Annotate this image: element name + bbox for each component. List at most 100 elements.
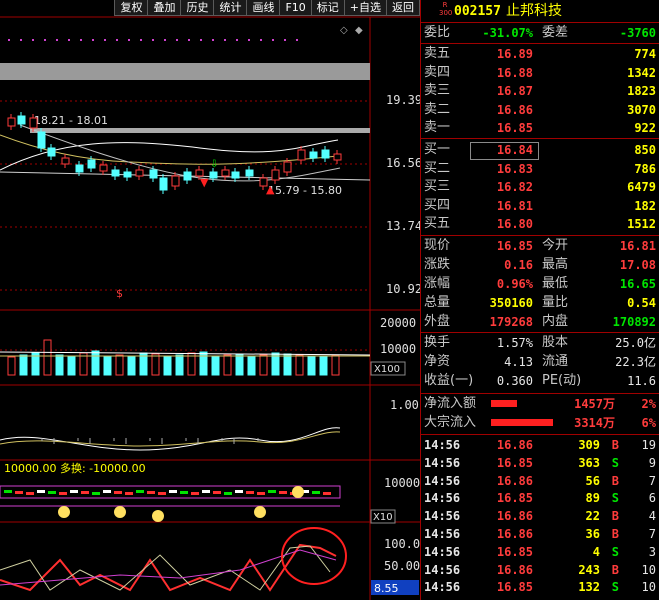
fundamental-value-right: 25.0亿 <box>615 336 656 350</box>
dotted-marker <box>56 39 58 41</box>
ask-label: 卖五 <box>424 46 451 61</box>
ask-label: 卖三 <box>424 83 451 98</box>
fundamental-label-left: 净资 <box>424 354 451 369</box>
indicator2-mark <box>59 492 67 495</box>
quote-label-right: 今开 <box>542 238 569 253</box>
buy-arrow: ▲ <box>266 183 275 196</box>
tick-row[interactable]: 14:56 16.86 56 B 7 <box>421 473 659 490</box>
tick-row[interactable]: 14:56 16.86 309 B 19 <box>421 437 659 454</box>
bid-row[interactable]: 买一 16.84 850 <box>421 141 659 159</box>
tick-count: 10 <box>641 562 656 577</box>
quote-row: 涨跌 0.16 最高 17.08 <box>421 256 659 274</box>
kline-chart-area[interactable]: ◇ ◆ 19.39 16.56 13.74 10.92 18.21 - 18.01 15.79… <box>0 0 420 600</box>
dotted-marker <box>68 39 70 41</box>
chart-canvas[interactable]: ◇ ◆ 19.39 16.56 13.74 10.92 18.21 - 18.01 15.79… <box>0 0 420 600</box>
tick-row[interactable]: 14:56 16.85 89 S 6 <box>421 490 659 507</box>
tick-price: 16.85 <box>496 580 533 595</box>
indicator2-unit: X10 <box>373 512 393 523</box>
toolbar-button-restore-rights[interactable]: 复权 <box>114 0 149 16</box>
ask-volume: 1342 <box>627 65 656 80</box>
indicator2-mark <box>147 491 155 494</box>
volume-bar <box>7 356 16 376</box>
tick-time: 14:56 <box>424 438 461 452</box>
ask-row[interactable]: 卖三 16.87 1823 <box>421 82 659 100</box>
quote-label-left: 总量 <box>424 295 451 310</box>
candle-body <box>135 169 144 177</box>
committee-diff-label: 委差 <box>542 25 569 40</box>
ask-row[interactable]: 卖二 16.86 3070 <box>421 101 659 119</box>
indicator2-mark <box>48 491 56 494</box>
bid-volume: 786 <box>634 161 656 176</box>
bid-row[interactable]: 买四 16.81 182 <box>421 197 659 215</box>
ask-row[interactable]: 卖一 16.85 922 <box>421 119 659 137</box>
indicator2-caption: 10000.00 多换: -10000.00 <box>4 461 146 475</box>
price-axis-label: 13.74 <box>386 219 420 233</box>
volume-bar <box>283 353 292 376</box>
dotted-marker <box>104 39 106 41</box>
bulk-inflow-value: 3314万 <box>574 416 615 430</box>
toolbar-button-draw-line[interactable]: 画线 <box>246 0 281 16</box>
toolbar-button-history[interactable]: 历史 <box>180 0 215 16</box>
tick-row[interactable]: 14:56 16.86 243 B 10 <box>421 562 659 579</box>
ask-price: 16.89 <box>496 47 533 61</box>
toolbar-button-add-watchlist[interactable]: +自选 <box>343 0 387 16</box>
fundamental-label-right: 股本 <box>542 335 569 350</box>
dotted-marker <box>80 39 82 41</box>
bid-row[interactable]: 买二 16.83 786 <box>421 160 659 178</box>
candle-body <box>221 169 230 177</box>
tick-count: 19 <box>641 438 656 452</box>
committee-ratio-value: -31.07% <box>482 26 533 40</box>
dotted-marker <box>164 39 166 41</box>
fundamental-value-left: 1.57% <box>496 336 533 350</box>
tick-row[interactable]: 14:56 16.86 36 B 7 <box>421 526 659 543</box>
indicator3-axis-label: 100.0 <box>384 537 420 551</box>
signal-arrow: ⇩ <box>210 159 218 170</box>
quote-label-right: 最高 <box>542 257 569 272</box>
chart-toolbar: 复权 叠加 历史 统计 画线 F10 标记 +自选 返回 <box>0 0 420 17</box>
tick-volume: 363 <box>578 455 600 470</box>
bid-row[interactable]: 买五 16.80 1512 <box>421 215 659 233</box>
toolbar-button-overlay[interactable]: 叠加 <box>147 0 182 16</box>
ask-label: 卖二 <box>424 101 451 117</box>
ask-volume: 1823 <box>627 84 656 98</box>
committee-diff-value: -3760 <box>619 26 656 40</box>
tick-side: B <box>611 562 619 577</box>
dotted-marker <box>116 39 118 41</box>
tick-volume: 309 <box>578 438 600 452</box>
tick-count: 7 <box>648 527 656 541</box>
toolbar-button-back[interactable]: 返回 <box>386 0 420 16</box>
tick-time: 14:56 <box>424 544 461 559</box>
tick-time: 14:56 <box>424 527 461 541</box>
indicator2-axis-label: 10000 <box>384 476 420 490</box>
stock-code: 002157 <box>454 4 501 19</box>
tick-side: S <box>611 580 619 595</box>
tick-time: 14:56 <box>424 562 461 577</box>
tick-row[interactable]: 14:56 16.85 4 S 3 <box>421 544 659 561</box>
toolbar-button-mark[interactable]: 标记 <box>310 0 345 16</box>
quote-value-right: 17.08 <box>619 258 656 272</box>
volume-bar <box>43 339 52 376</box>
bid-row[interactable]: 买三 16.82 6479 <box>421 178 659 196</box>
tick-price: 16.86 <box>496 562 533 577</box>
indicator2-mark <box>169 490 177 493</box>
diamond-marker: ◇ <box>340 25 348 36</box>
volume-bar <box>103 356 112 376</box>
quote-row: 涨幅 0.96% 最低 16.65 <box>421 275 659 293</box>
volume-bar <box>127 355 136 376</box>
ask-row[interactable]: 卖四 16.88 1342 <box>421 64 659 82</box>
tick-side: B <box>611 438 619 452</box>
toolbar-button-statistics[interactable]: 统计 <box>213 0 248 16</box>
ask-row[interactable]: 卖五 16.89 774 <box>421 45 659 63</box>
indicator2-mark <box>125 492 133 495</box>
tick-row[interactable]: 14:56 16.85 132 S 10 <box>421 579 659 596</box>
indicator2-mark <box>268 490 276 493</box>
dotted-marker <box>188 39 190 41</box>
tick-row[interactable]: 14:56 16.85 363 S 9 <box>421 455 659 472</box>
tick-count: 9 <box>648 455 656 470</box>
smiley-icon <box>114 506 126 518</box>
tick-row[interactable]: 14:56 16.86 22 B 4 <box>421 508 659 525</box>
volume-unit: X100 <box>374 364 400 375</box>
selected-bid-highlight <box>470 142 539 160</box>
volume-bar <box>175 354 184 376</box>
toolbar-button-f10[interactable]: F10 <box>279 0 312 16</box>
